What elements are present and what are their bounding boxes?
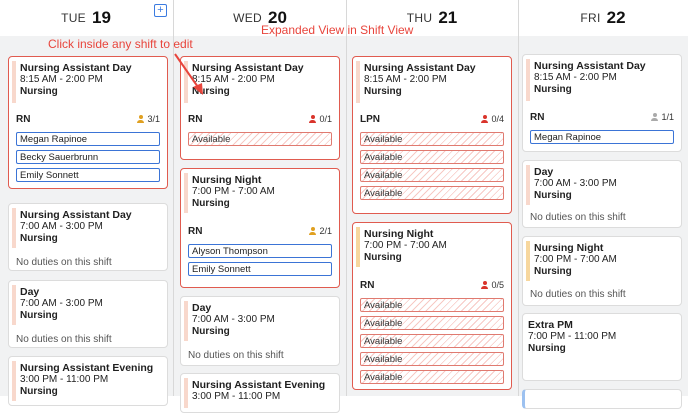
- arrow-icon: [174, 53, 203, 95]
